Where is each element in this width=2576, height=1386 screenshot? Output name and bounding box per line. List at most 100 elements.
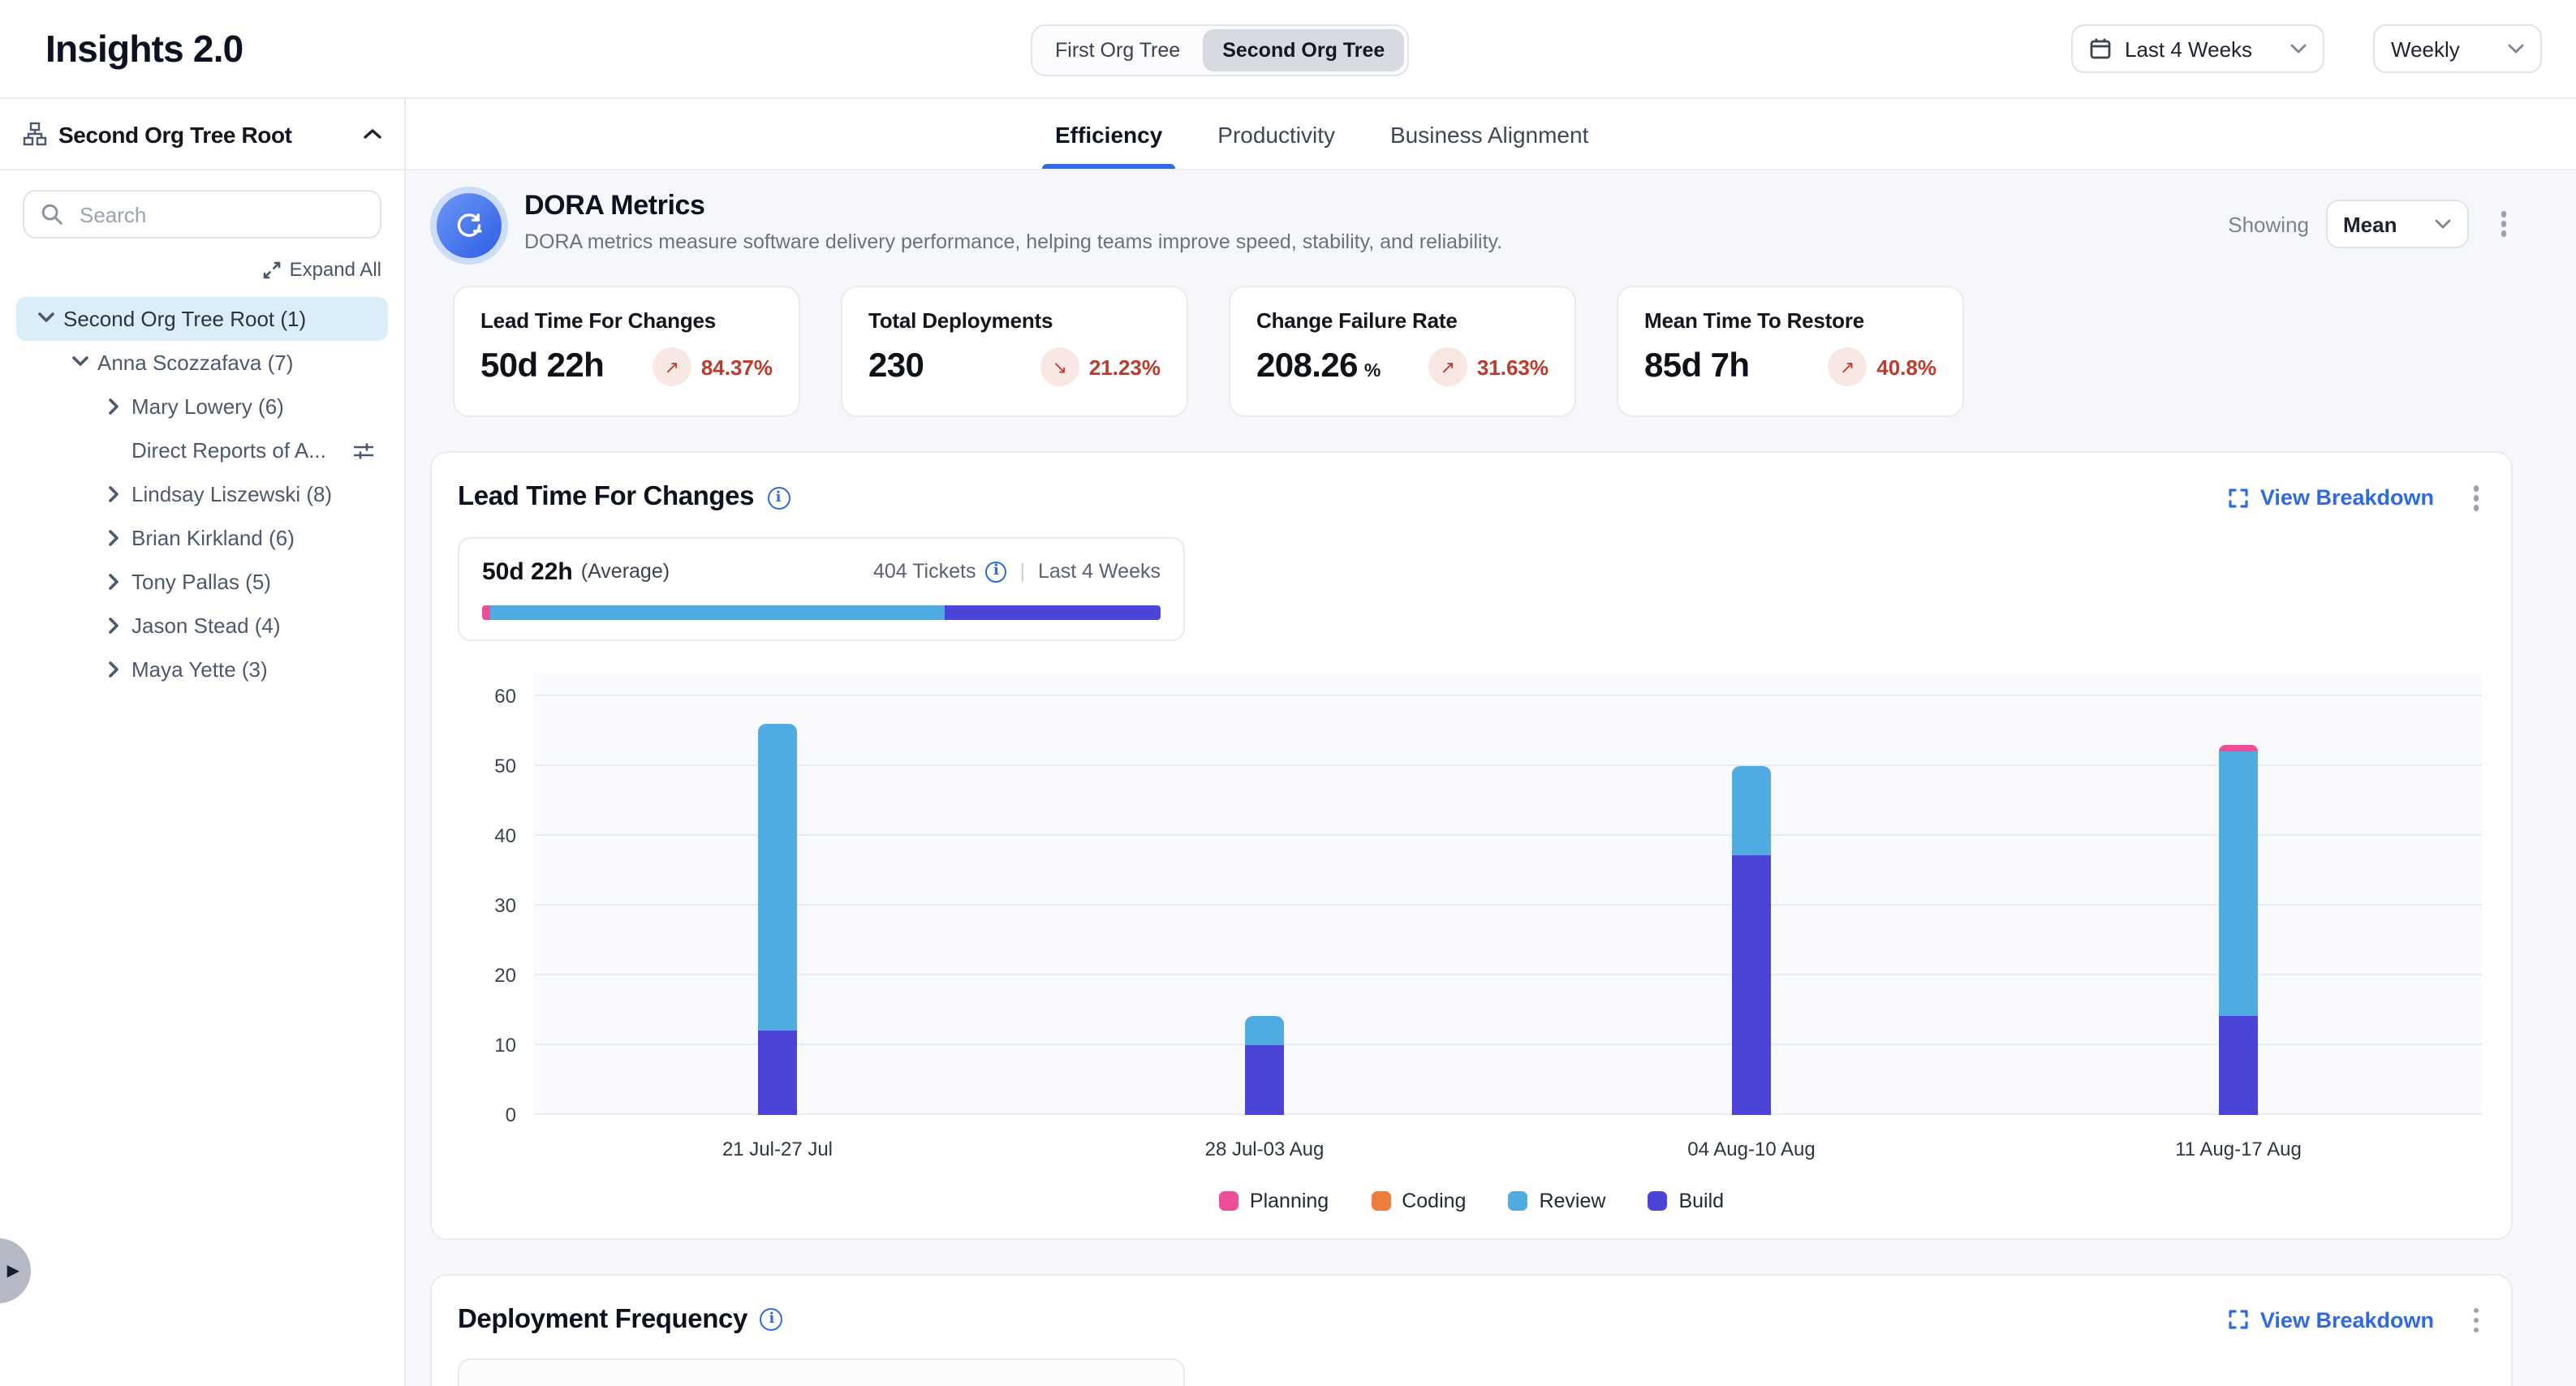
chevron-down-icon[interactable]: [70, 353, 89, 372]
legend-swatch: [1219, 1190, 1238, 1210]
legend-item-coding[interactable]: Coding: [1371, 1189, 1466, 1212]
tree-item-label: Lindsay Liszewski (8): [131, 482, 332, 506]
gridline: [534, 973, 2482, 975]
chevron-up-icon[interactable]: [364, 128, 381, 140]
trend-change: 21.23%: [1089, 355, 1161, 379]
org-tree-toggle-second[interactable]: Second Org Tree: [1203, 29, 1404, 71]
dora-description: DORA metrics measure software delivery p…: [524, 230, 1502, 253]
view-breakdown-label: View Breakdown: [2260, 1308, 2434, 1332]
bar-segment-planning: [2219, 744, 2258, 751]
kebab-menu-icon[interactable]: [2494, 205, 2513, 243]
tab-bar: Efficiency Productivity Business Alignment: [406, 99, 2576, 170]
kebab-menu-icon[interactable]: [2466, 479, 2485, 517]
view-breakdown-button[interactable]: View Breakdown: [2229, 1308, 2434, 1332]
tree-item-tony-pallas-5[interactable]: Tony Pallas (5): [16, 560, 388, 604]
chevron-right-icon[interactable]: [104, 616, 123, 635]
chevron-down-icon[interactable]: [36, 309, 55, 329]
sidebar-header[interactable]: Second Org Tree Root: [0, 99, 404, 170]
tree-item-second-org-tree-root-1[interactable]: Second Org Tree Root (1): [16, 297, 388, 341]
sidebar-collapse-handle[interactable]: ▶: [0, 1238, 31, 1303]
chevron-right-icon[interactable]: [104, 572, 123, 592]
sidebar-header-label: Second Org Tree Root: [58, 121, 292, 147]
sliders-icon[interactable]: [352, 441, 375, 460]
showing-select[interactable]: Mean: [2325, 200, 2468, 248]
phase-segment-review: [490, 605, 945, 619]
metric-value: 208.26: [1256, 347, 1358, 386]
info-icon[interactable]: i: [767, 487, 790, 510]
tree-item-lindsay-liszewski-8[interactable]: Lindsay Liszewski (8): [16, 472, 388, 516]
date-range-select[interactable]: Last 4 Weeks: [2071, 24, 2324, 73]
x-axis-label: 11 Aug-17 Aug: [2125, 1137, 2352, 1160]
chevron-right-icon[interactable]: [104, 660, 123, 679]
trend-badge: ↗40.8%: [1828, 347, 1936, 386]
date-range-value: Last 4 Weeks: [2125, 37, 2277, 61]
bar-21-jul-27-jul[interactable]: [758, 723, 797, 1114]
bar-11-aug-17-aug[interactable]: [2219, 744, 2258, 1114]
tab-efficiency[interactable]: Efficiency: [1055, 99, 1162, 169]
org-tree-toggle: First Org Tree Second Org Tree: [1031, 24, 1409, 76]
spacer: [104, 441, 123, 460]
legend-item-review[interactable]: Review: [1508, 1189, 1605, 1212]
tree-item-anna-scozzafava-7[interactable]: Anna Scozzafava (7): [16, 341, 388, 385]
sidebar: Second Org Tree Root Expand All Second O…: [0, 99, 406, 1386]
summary-tickets: 404 Tickets: [873, 560, 976, 583]
chevron-right-icon[interactable]: [104, 528, 123, 548]
legend-swatch: [1508, 1190, 1527, 1210]
tree-item-label: Direct Reports of A...: [131, 438, 326, 463]
view-breakdown-button[interactable]: View Breakdown: [2229, 486, 2434, 510]
tab-productivity[interactable]: Productivity: [1217, 99, 1335, 169]
expand-corners-icon: [2229, 1311, 2249, 1330]
gridline: [534, 1113, 2482, 1114]
trend-up-icon: ↗: [1428, 347, 1467, 386]
top-right-controls: Last 4 Weeks Weekly: [2071, 24, 2542, 73]
metric-title: Change Failure Rate: [1256, 308, 1549, 333]
trend-up-icon: ↗: [653, 347, 691, 386]
y-axis-tick: 40: [458, 824, 516, 846]
tree-item-label: Tony Pallas (5): [131, 570, 271, 594]
gridline: [534, 833, 2482, 835]
tree-item-label: Jason Stead (4): [131, 613, 281, 638]
legend-item-build[interactable]: Build: [1648, 1189, 1724, 1212]
play-icon: ▶: [7, 1262, 19, 1280]
tab-business-alignment[interactable]: Business Alignment: [1390, 99, 1588, 169]
bar-28-jul-03-aug[interactable]: [1245, 1017, 1284, 1114]
y-axis-tick: 20: [458, 963, 516, 986]
info-icon[interactable]: i: [760, 1309, 783, 1332]
tree-item-maya-yette-3[interactable]: Maya Yette (3): [16, 648, 388, 691]
trend-badge: ↘ 21.23%: [1040, 347, 1161, 386]
granularity-select[interactable]: Weekly: [2373, 24, 2542, 73]
bar-segment-review: [1732, 765, 1771, 856]
metric-title: Lead Time For Changes: [480, 308, 773, 333]
trend-down-icon: ↘: [1040, 347, 1079, 386]
top-bar: Insights 2.0 First Org Tree Second Org T…: [0, 0, 2576, 99]
lead-time-panel: Lead Time For Changes i View Breakdown: [430, 451, 2513, 1239]
legend-item-planning[interactable]: Planning: [1219, 1189, 1329, 1212]
tree-item-jason-stead-4[interactable]: Jason Stead (4): [16, 604, 388, 648]
y-axis-tick: 50: [458, 754, 516, 777]
chevron-right-icon[interactable]: [104, 484, 123, 504]
tree-item-mary-lowery-6[interactable]: Mary Lowery (6): [16, 385, 388, 428]
legend-swatch: [1371, 1190, 1390, 1210]
chevron-right-icon[interactable]: [104, 397, 123, 416]
tree-item-label: Second Org Tree Root (1): [63, 307, 306, 331]
legend-label: Review: [1539, 1189, 1605, 1212]
y-axis-tick: 60: [458, 684, 516, 707]
search-input[interactable]: [76, 200, 364, 228]
gridline: [534, 694, 2482, 695]
bar-segment-build: [1732, 856, 1771, 1114]
tree-item-direct-reports-of-a[interactable]: Direct Reports of A...: [16, 428, 388, 472]
body: Second Org Tree Root Expand All Second O…: [0, 99, 2576, 1386]
insights-app: Insights 2.0 First Org Tree Second Org T…: [0, 0, 2576, 1386]
metric-value-suffix: %: [1364, 361, 1381, 381]
tree-item-brian-kirkland-6[interactable]: Brian Kirkland (6): [16, 516, 388, 560]
expand-all-button[interactable]: Expand All: [23, 258, 381, 281]
info-icon[interactable]: i: [985, 561, 1006, 582]
summary-qualifier: (Average): [581, 560, 670, 583]
bar-segment-review: [1245, 1017, 1284, 1044]
bar-segment-review: [758, 723, 797, 1030]
kebab-menu-icon[interactable]: [2466, 1301, 2485, 1339]
lead-time-summary-card: 50d 22h (Average) 404 Tickets i | Last 4…: [458, 536, 1185, 640]
bar-04-aug-10-aug[interactable]: [1732, 765, 1771, 1114]
org-tree-toggle-first[interactable]: First Org Tree: [1036, 29, 1200, 71]
chevron-down-icon: [2434, 219, 2450, 229]
